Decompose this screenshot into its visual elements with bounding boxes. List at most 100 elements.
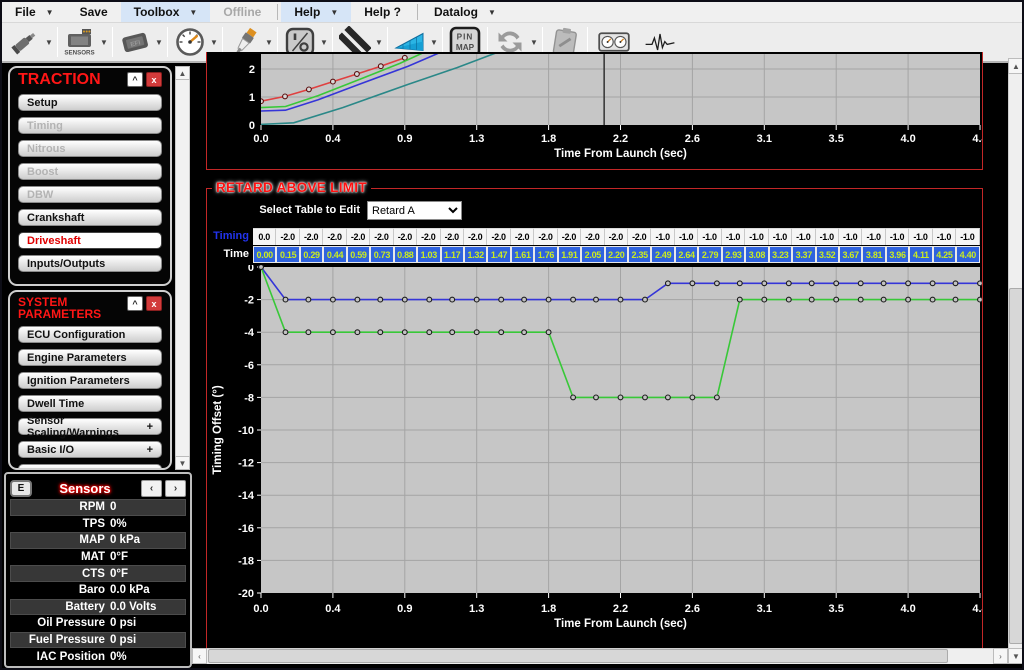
- timing-cell[interactable]: -2.0: [417, 228, 440, 245]
- fuel-injector-icon[interactable]: [6, 25, 44, 59]
- gauge-dropdown-icon[interactable]: ▼: [209, 38, 219, 47]
- time-cell[interactable]: 1.76: [534, 246, 557, 263]
- efi-ecu-icon[interactable]: EFI: [116, 25, 154, 59]
- time-cell[interactable]: 0.59: [347, 246, 370, 263]
- timing-cell[interactable]: -1.0: [745, 228, 768, 245]
- timing-cell[interactable]: -2.0: [394, 228, 417, 245]
- time-cell[interactable]: 1.03: [417, 246, 440, 263]
- sidebar-item-dwell-time[interactable]: Dwell Time: [18, 395, 162, 412]
- sidebar-item-driveshaft[interactable]: Driveshaft: [18, 232, 162, 249]
- menu-item-file[interactable]: File▼: [2, 2, 67, 22]
- time-cell[interactable]: 1.91: [558, 246, 581, 263]
- horizontal-scroll-thumb[interactable]: [208, 649, 948, 663]
- 3d-map-dropdown-icon[interactable]: ▼: [429, 38, 439, 47]
- menu-item-help[interactable]: Help ?: [351, 2, 414, 22]
- time-cell[interactable]: 2.79: [698, 246, 721, 263]
- fuel-injector-dropdown-icon[interactable]: ▼: [44, 38, 54, 47]
- timing-cell[interactable]: -1.0: [933, 228, 956, 245]
- timing-cell[interactable]: -2.0: [487, 228, 510, 245]
- sidebar-item-engine-parameters[interactable]: Engine Parameters: [18, 349, 162, 366]
- table-select[interactable]: Retard A: [367, 201, 462, 220]
- timing-cell[interactable]: -1.0: [909, 228, 932, 245]
- next-page-icon[interactable]: ›: [165, 480, 186, 497]
- time-cell[interactable]: 0.44: [323, 246, 346, 263]
- sidebar-scrollbar[interactable]: [175, 66, 190, 470]
- timing-cell[interactable]: -1.0: [886, 228, 909, 245]
- time-cell[interactable]: 3.67: [839, 246, 862, 263]
- sidebar-item-boost[interactable]: Boost: [18, 163, 162, 180]
- timing-cell[interactable]: -1.0: [651, 228, 674, 245]
- timing-cell[interactable]: -2.0: [276, 228, 299, 245]
- time-cell[interactable]: 0.73: [370, 246, 393, 263]
- timing-cell[interactable]: -2.0: [511, 228, 534, 245]
- menu-item-toolbox[interactable]: Toolbox▼: [121, 2, 211, 22]
- sidebar-item-ecu-configuration[interactable]: ECU Configuration: [18, 326, 162, 343]
- prev-page-icon[interactable]: ‹: [141, 480, 162, 497]
- time-cell[interactable]: 2.49: [651, 246, 674, 263]
- timing-cell[interactable]: -2.0: [628, 228, 651, 245]
- sidebar-item-ignition-parameters[interactable]: Ignition Parameters: [18, 372, 162, 389]
- close-icon[interactable]: x: [146, 72, 162, 87]
- timing-cell[interactable]: -1.0: [722, 228, 745, 245]
- sidebar-item-basic-i-o[interactable]: Basic I/O+: [18, 441, 162, 458]
- time-cell[interactable]: 3.08: [745, 246, 768, 263]
- collapse-icon[interactable]: ^: [127, 296, 143, 311]
- timing-cell[interactable]: -2.0: [347, 228, 370, 245]
- sidebar-item-dbw[interactable]: DBW: [18, 186, 162, 203]
- time-cell[interactable]: 2.20: [605, 246, 628, 263]
- timing-cell[interactable]: 0.0: [253, 228, 276, 245]
- time-cell[interactable]: 1.61: [511, 246, 534, 263]
- close-icon[interactable]: x: [146, 296, 162, 311]
- efi-ecu-dropdown-icon[interactable]: ▼: [154, 38, 164, 47]
- time-cell[interactable]: 0.00: [253, 246, 276, 263]
- time-cell[interactable]: 3.23: [769, 246, 792, 263]
- scroll-left-icon[interactable]: ‹: [192, 648, 207, 664]
- sidebar-scroll-down-icon[interactable]: ▼: [175, 456, 190, 470]
- sidebar-item-crankshaft[interactable]: Crankshaft: [18, 209, 162, 226]
- sidebar-scroll-up-icon[interactable]: ▲: [175, 66, 190, 80]
- timing-cell[interactable]: -1.0: [792, 228, 815, 245]
- ignition-coil-dropdown-icon[interactable]: ▼: [374, 38, 384, 47]
- spark-plug-dropdown-icon[interactable]: ▼: [264, 38, 274, 47]
- timing-cell[interactable]: -1.0: [675, 228, 698, 245]
- time-cell[interactable]: 0.29: [300, 246, 323, 263]
- timing-cell[interactable]: -1.0: [698, 228, 721, 245]
- timing-cell[interactable]: -2.0: [323, 228, 346, 245]
- sync-dropdown-icon[interactable]: ▼: [529, 38, 539, 47]
- time-cell[interactable]: 3.37: [792, 246, 815, 263]
- menu-item-datalog[interactable]: Datalog▼: [421, 2, 509, 22]
- sensors-dropdown-icon[interactable]: ▼: [99, 38, 109, 47]
- sidebar-item-closed-loop-learn[interactable]: Closed Loop/Learn+: [18, 464, 162, 470]
- sidebar-item-setup[interactable]: Setup: [18, 94, 162, 111]
- timing-cell[interactable]: -1.0: [839, 228, 862, 245]
- time-cell[interactable]: 2.35: [628, 246, 651, 263]
- gauge-icon[interactable]: [171, 25, 209, 59]
- timing-cell[interactable]: -1.0: [956, 228, 979, 245]
- time-cell[interactable]: 1.17: [441, 246, 464, 263]
- time-cell[interactable]: 1.47: [487, 246, 510, 263]
- time-cell[interactable]: 4.25: [933, 246, 956, 263]
- timing-cell[interactable]: -1.0: [769, 228, 792, 245]
- vertical-scroll-thumb[interactable]: [1009, 288, 1023, 644]
- timing-cell[interactable]: -1.0: [816, 228, 839, 245]
- sidebar-item-nitrous[interactable]: Nitrous: [18, 140, 162, 157]
- timing-cell[interactable]: -2.0: [370, 228, 393, 245]
- menu-item-save[interactable]: Save: [67, 2, 121, 22]
- time-cell[interactable]: 3.52: [816, 246, 839, 263]
- sensors-icon[interactable]: SENSORS: [61, 25, 99, 59]
- io-dropdown-icon[interactable]: ▼: [319, 38, 329, 47]
- sidebar-item-sensor-scaling-warnings[interactable]: Sensor Scaling/Warnings+: [18, 418, 162, 435]
- timing-cell[interactable]: -2.0: [441, 228, 464, 245]
- sidebar-item-timing[interactable]: Timing: [18, 117, 162, 134]
- menu-item-help[interactable]: Help▼: [281, 2, 351, 22]
- sidebar-item-inputs-outputs[interactable]: Inputs/Outputs: [18, 255, 162, 272]
- edit-button[interactable]: E: [10, 480, 32, 497]
- timing-cell[interactable]: -2.0: [581, 228, 604, 245]
- time-cell[interactable]: 2.05: [581, 246, 604, 263]
- time-cell[interactable]: 0.15: [276, 246, 299, 263]
- time-cell[interactable]: 0.88: [394, 246, 417, 263]
- timing-cell[interactable]: -2.0: [558, 228, 581, 245]
- scroll-right-icon[interactable]: ›: [993, 648, 1008, 664]
- timing-cell[interactable]: -2.0: [534, 228, 557, 245]
- time-cell[interactable]: 2.64: [675, 246, 698, 263]
